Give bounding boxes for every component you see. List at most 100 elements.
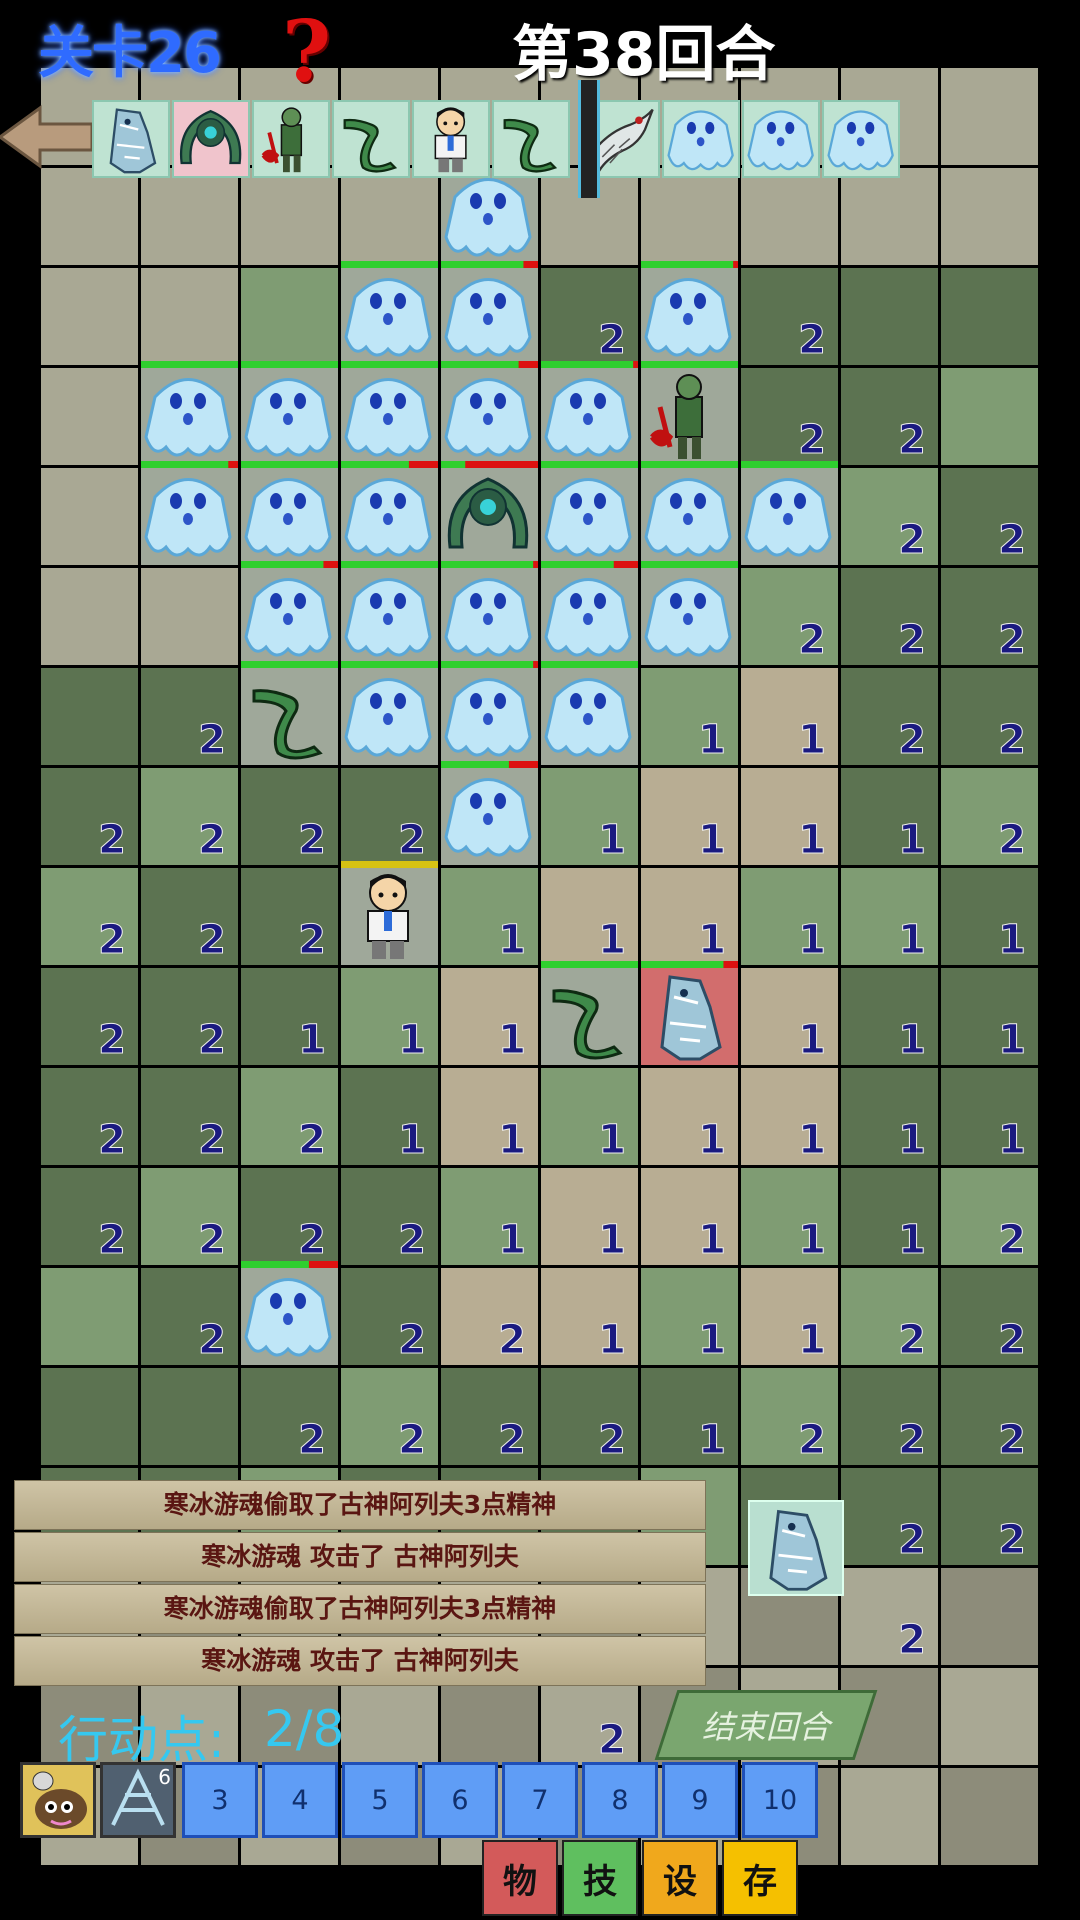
ice-ghost-unit[interactable] bbox=[641, 561, 738, 665]
hotbar-slot-3[interactable]: 3 bbox=[182, 1762, 258, 1838]
items-button[interactable]: 物 bbox=[482, 1840, 558, 1916]
queue-ice-golem-icon[interactable] bbox=[92, 100, 170, 178]
ice-ghost-unit[interactable] bbox=[241, 361, 338, 465]
queue-ice-ghost-icon[interactable] bbox=[662, 100, 740, 178]
ice-ghost-unit[interactable] bbox=[341, 361, 438, 465]
ice-ghost-unit[interactable] bbox=[541, 461, 638, 565]
tile-number: 1 bbox=[598, 917, 626, 963]
boomerang-unit[interactable] bbox=[541, 961, 638, 1065]
tile-number: 1 bbox=[798, 717, 826, 763]
grid-tile[interactable] bbox=[841, 268, 938, 365]
grid-tile[interactable] bbox=[41, 1368, 138, 1465]
grid-tile[interactable] bbox=[41, 668, 138, 765]
grid-tile[interactable] bbox=[241, 268, 338, 365]
log-entry: 寒冰游魂 攻击了 古神阿列夫 bbox=[14, 1636, 706, 1686]
ice-ghost-unit[interactable] bbox=[541, 661, 638, 765]
hotbar-slot-8[interactable]: 8 bbox=[582, 1762, 658, 1838]
grid-tile[interactable] bbox=[141, 1368, 238, 1465]
grid-tile[interactable] bbox=[41, 1268, 138, 1365]
turn-queue-divider bbox=[578, 80, 600, 198]
hotbar-slot-5[interactable]: 5 bbox=[342, 1762, 418, 1838]
grid-tile[interactable] bbox=[641, 168, 738, 265]
lightbulb-creature-icon[interactable] bbox=[20, 1762, 96, 1838]
back-arrow-icon[interactable] bbox=[0, 100, 92, 174]
grid-tile[interactable] bbox=[941, 368, 1038, 465]
grid-tile[interactable] bbox=[141, 268, 238, 365]
ice-ghost-unit[interactable] bbox=[441, 561, 538, 665]
queue-green-ai-construct-icon[interactable] bbox=[172, 100, 250, 178]
hotbar-slot-10[interactable]: 10 bbox=[742, 1762, 818, 1838]
ice-ghost-unit[interactable] bbox=[141, 361, 238, 465]
zombie-axe-unit[interactable] bbox=[641, 361, 738, 465]
selected-unit-portrait[interactable] bbox=[748, 1500, 844, 1596]
tile-number: 2 bbox=[598, 1717, 626, 1763]
ice-ghost-unit[interactable] bbox=[641, 261, 738, 365]
ice-ghost-unit[interactable] bbox=[541, 361, 638, 465]
ice-ghost-unit[interactable] bbox=[641, 461, 738, 565]
grid-tile[interactable] bbox=[41, 168, 138, 265]
queue-zombie-axe-icon[interactable] bbox=[252, 100, 330, 178]
skills-button[interactable]: 技 bbox=[562, 1840, 638, 1916]
ice-ghost-unit[interactable] bbox=[341, 461, 438, 565]
ice-ghost-unit[interactable] bbox=[241, 1261, 338, 1365]
hotbar-slot-7[interactable]: 7 bbox=[502, 1762, 578, 1838]
grid-tile[interactable] bbox=[241, 168, 338, 265]
health-bar bbox=[741, 461, 838, 468]
grid-tile[interactable] bbox=[941, 1668, 1038, 1765]
health-bar bbox=[241, 461, 338, 468]
grid-tile[interactable] bbox=[941, 1768, 1038, 1865]
grid-tile[interactable] bbox=[341, 168, 438, 265]
grid-tile[interactable] bbox=[41, 468, 138, 565]
frost-skill-icon[interactable]: 6 bbox=[100, 1762, 176, 1838]
player-boy-unit[interactable] bbox=[341, 861, 438, 965]
tile-number: 1 bbox=[598, 1317, 626, 1363]
ice-ghost-unit[interactable] bbox=[141, 461, 238, 565]
ice-ghost-unit[interactable] bbox=[441, 361, 538, 465]
ice-ghost-unit[interactable] bbox=[741, 461, 838, 565]
grid-tile[interactable] bbox=[41, 268, 138, 365]
settings-button[interactable]: 设 bbox=[642, 1840, 718, 1916]
boomerang-unit[interactable] bbox=[241, 661, 338, 765]
grid-tile[interactable] bbox=[941, 168, 1038, 265]
grid-tile[interactable] bbox=[841, 168, 938, 265]
save-button[interactable]: 存 bbox=[722, 1840, 798, 1916]
queue-ice-ghost-icon[interactable] bbox=[742, 100, 820, 178]
tile-number: 2 bbox=[298, 1417, 326, 1463]
grid-tile[interactable] bbox=[941, 1568, 1038, 1665]
grid-tile[interactable] bbox=[141, 568, 238, 665]
ice-ghost-unit[interactable] bbox=[341, 261, 438, 365]
ice-ghost-unit[interactable] bbox=[441, 261, 538, 365]
tile-number: 1 bbox=[898, 817, 926, 863]
question-mark-icon[interactable]: ? bbox=[282, 2, 331, 101]
hotbar-slot-9[interactable]: 9 bbox=[662, 1762, 738, 1838]
queue-ice-ghost-icon[interactable] bbox=[822, 100, 900, 178]
grid-tile[interactable] bbox=[741, 168, 838, 265]
queue-boomerang-icon[interactable] bbox=[492, 100, 570, 178]
end-turn-button[interactable]: 结束回合 bbox=[654, 1690, 878, 1760]
tile-number: 1 bbox=[898, 1017, 926, 1063]
tile-number: 2 bbox=[98, 1017, 126, 1063]
log-entry: 寒冰游魂偷取了古神阿列夫3点精神 bbox=[14, 1480, 706, 1530]
grid-tile[interactable] bbox=[41, 568, 138, 665]
tile-number: 2 bbox=[398, 1217, 426, 1263]
ice-ghost-unit[interactable] bbox=[241, 561, 338, 665]
green-ai-construct-unit[interactable] bbox=[441, 461, 538, 565]
ice-ghost-unit[interactable] bbox=[541, 561, 638, 665]
grid-tile[interactable] bbox=[141, 168, 238, 265]
queue-boomerang-icon[interactable] bbox=[332, 100, 410, 178]
tile-number: 1 bbox=[798, 1017, 826, 1063]
grid-tile[interactable] bbox=[941, 68, 1038, 165]
grid-tile[interactable] bbox=[41, 368, 138, 465]
ice-ghost-unit[interactable] bbox=[441, 661, 538, 765]
ice-ghost-unit[interactable] bbox=[241, 461, 338, 565]
queue-player-boy-icon[interactable] bbox=[412, 100, 490, 178]
hotbar-slot-6[interactable]: 6 bbox=[422, 1762, 498, 1838]
ice-ghost-unit[interactable] bbox=[441, 168, 538, 265]
hotbar-slot-4[interactable]: 4 bbox=[262, 1762, 338, 1838]
ice-golem-unit[interactable] bbox=[641, 961, 738, 1065]
grid-tile[interactable] bbox=[941, 268, 1038, 365]
ice-ghost-unit[interactable] bbox=[441, 761, 538, 865]
ice-ghost-unit[interactable] bbox=[341, 561, 438, 665]
ice-ghost-unit[interactable] bbox=[341, 661, 438, 765]
grid-tile[interactable] bbox=[841, 1768, 938, 1865]
